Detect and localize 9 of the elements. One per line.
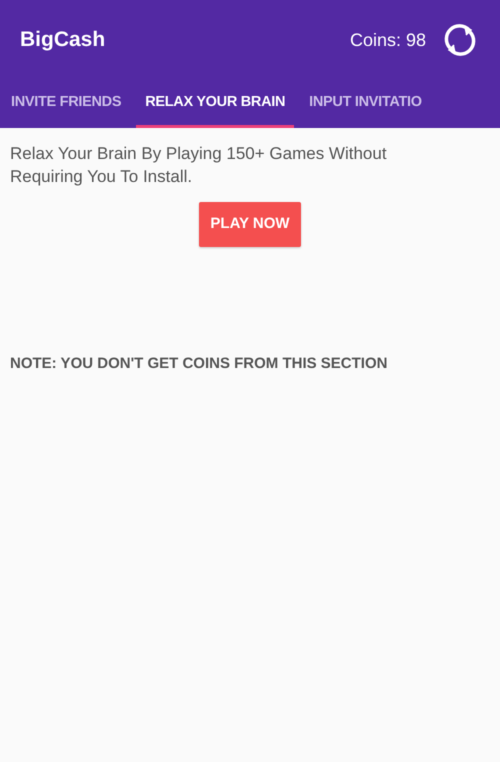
description-text: Relax Your Brain By Playing 150+ Games Without Requiring You To Install. — [9, 143, 388, 188]
tab[interactable]: INVITE FRIENDS — [2, 80, 130, 128]
coin-count: Coins: 98 — [350, 28, 426, 52]
tab[interactable]: INPUT INVITATIO — [300, 80, 431, 128]
play-now-button[interactable]: PLAY NOW — [199, 202, 301, 246]
tab[interactable]: RELAX YOUR BRAIN — [136, 80, 294, 128]
note-text: NOTE: YOU DON'T GET COINS FROM THIS SECTION — [9, 354, 388, 374]
refresh-icon[interactable] — [442, 22, 478, 58]
app-title: BigCash — [20, 27, 106, 54]
